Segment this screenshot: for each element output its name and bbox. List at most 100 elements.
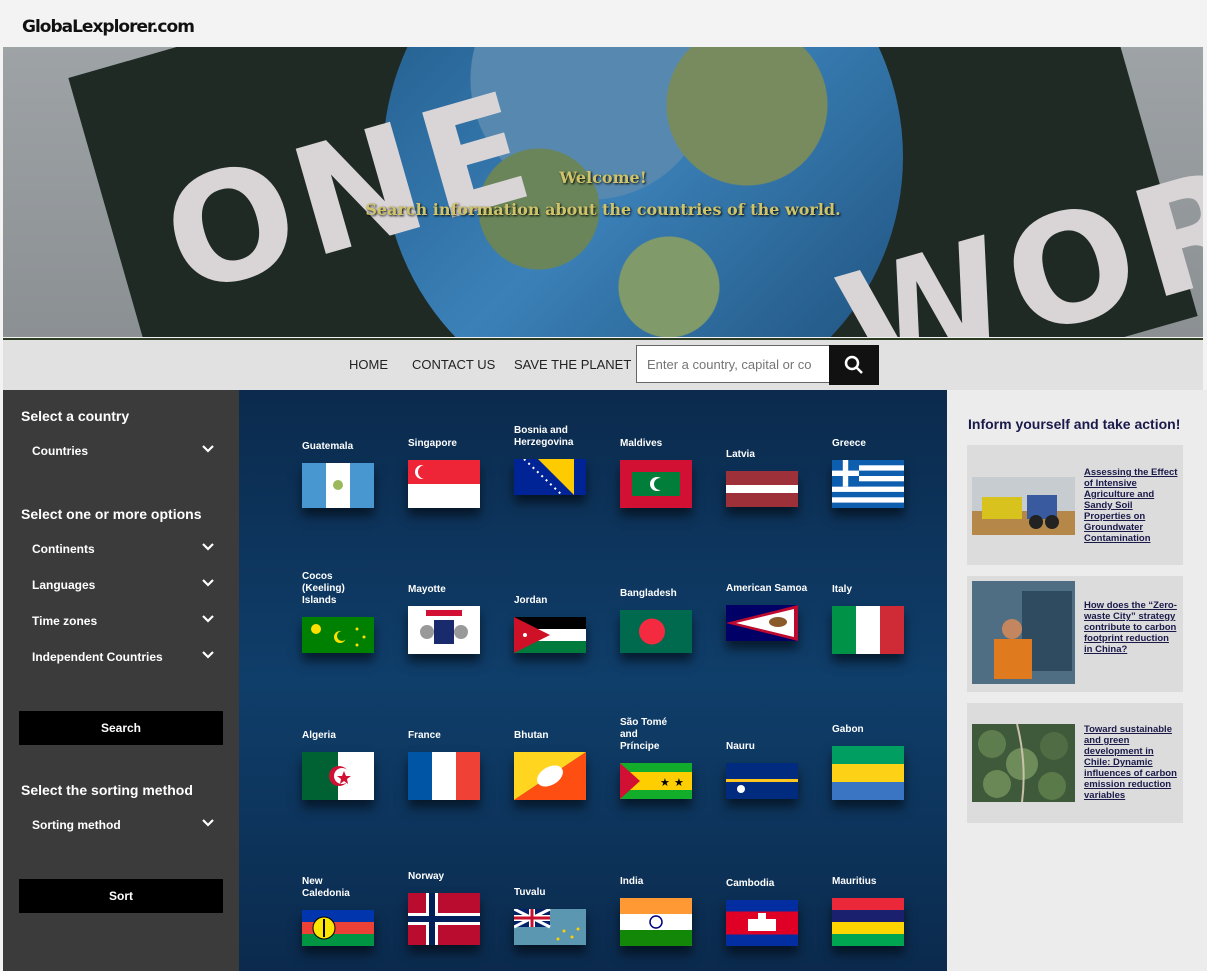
article-card[interactable]: Toward sustainable and green development… — [967, 703, 1183, 823]
country-card-italy[interactable]: Italy — [832, 584, 932, 654]
article-link[interactable]: Toward sustainable and green development… — [1084, 724, 1178, 801]
country-card-norway[interactable]: Norway — [408, 871, 508, 945]
country-card-mauritius[interactable]: Mauritius — [832, 876, 932, 946]
country-name: Greece — [832, 438, 866, 449]
svg-text:★: ★ — [660, 776, 670, 789]
country-card-bosnia-and-herzegovina[interactable]: Bosnia and Herzegovina — [514, 425, 614, 495]
country-card-india[interactable]: India — [620, 876, 720, 946]
country-name: American Samoa — [726, 583, 808, 594]
country-card-latvia[interactable]: Latvia — [726, 449, 826, 507]
chevron-down-icon — [202, 543, 214, 551]
chevron-down-icon — [202, 579, 214, 587]
new-caledonia-flag-icon — [302, 910, 374, 946]
chevron-down-icon — [202, 615, 214, 623]
languages-select[interactable]: Languages — [32, 578, 219, 592]
country-card-cambodia[interactable]: Cambodia — [726, 878, 826, 946]
languages-select-label: Languages — [32, 578, 96, 592]
singapore-flag-icon — [408, 460, 480, 508]
news-aside: Inform yourself and take action! Assessi… — [947, 390, 1207, 971]
cocos-flag-icon — [302, 617, 374, 653]
nav-bar: HOME CONTACT US SAVE THE PLANET — [3, 338, 1203, 392]
country-card-mayotte[interactable]: Mayotte — [408, 584, 508, 654]
country-card-nauru[interactable]: Nauru — [726, 741, 826, 799]
country-card-new-caledonia[interactable]: New Caledonia — [302, 876, 402, 946]
nav-home[interactable]: HOME — [349, 357, 388, 372]
country-name: Gabon — [832, 724, 864, 735]
search-filters-button[interactable]: Search — [19, 711, 223, 745]
country-name: Bangladesh — [620, 588, 677, 599]
country-name: Guatemala — [302, 441, 354, 452]
country-name: India — [620, 876, 644, 887]
country-card-algeria[interactable]: Algeria — [302, 730, 402, 800]
article-link[interactable]: Assessing the Effect of Intensive Agricu… — [1084, 467, 1178, 544]
country-card-jordan[interactable]: Jordan — [514, 595, 614, 653]
bosnia-flag-icon — [514, 459, 586, 495]
search-icon — [844, 355, 863, 374]
country-name: Mayotte — [408, 584, 446, 595]
search-input[interactable] — [636, 345, 838, 383]
country-name: Tuvalu — [514, 887, 546, 898]
chevron-down-icon — [202, 445, 214, 453]
country-card-guatemala[interactable]: Guatemala — [302, 441, 402, 508]
country-card-maldives[interactable]: Maldives — [620, 438, 720, 508]
hero-banner: ONE WORLD Welcome! Search information ab… — [3, 47, 1203, 337]
country-name: New Caledonia — [302, 876, 350, 899]
country-name: Nauru — [726, 741, 755, 752]
sorting-method-select[interactable]: Sorting method — [32, 818, 219, 832]
continents-select[interactable]: Continents — [32, 542, 219, 556]
country-name: Maldives — [620, 438, 663, 449]
jordan-flag-icon — [514, 617, 586, 653]
nav-contact-us[interactable]: CONTACT US — [412, 357, 495, 372]
country-name: Norway — [408, 871, 445, 882]
country-name: France — [408, 730, 441, 741]
article-link[interactable]: How does the “Zero-waste City” strategy … — [1084, 600, 1178, 655]
country-card-singapore[interactable]: Singapore — [408, 438, 508, 508]
country-name: Algeria — [302, 730, 336, 741]
country-card-american-samoa[interactable]: American Samoa — [726, 583, 826, 641]
svg-text:★: ★ — [674, 776, 684, 789]
article-card[interactable]: Assessing the Effect of Intensive Agricu… — [967, 445, 1183, 565]
countries-select-label: Countries — [32, 444, 89, 458]
time-zones-select-label: Time zones — [32, 614, 98, 628]
country-card-greece[interactable]: Greece — [832, 438, 932, 508]
guatemala-flag-icon — [302, 463, 374, 508]
maldives-flag-icon — [620, 460, 692, 508]
hero-subtitle: Search information about the countries o… — [365, 200, 841, 219]
country-card-bhutan[interactable]: Bhutan — [514, 730, 614, 800]
country-card-gabon[interactable]: Gabon — [832, 724, 932, 800]
nav-save-the-planet[interactable]: SAVE THE PLANET — [514, 357, 631, 372]
cambodia-flag-icon — [726, 900, 798, 946]
tuvalu-flag-icon — [514, 909, 586, 945]
countries-grid: Guatemala Singapore Bosnia and Herzegovi… — [239, 390, 947, 971]
gabon-flag-icon — [832, 746, 904, 800]
sort-button[interactable]: Sort — [19, 879, 223, 913]
norway-flag-icon — [408, 893, 480, 945]
country-card-sao-tome[interactable]: São Tomé and Príncipe ★ ★ — [620, 717, 720, 799]
article-card[interactable]: How does the “Zero-waste City” strategy … — [967, 576, 1183, 692]
countries-select[interactable]: Countries — [32, 444, 219, 458]
hero-welcome: Welcome! — [559, 168, 647, 187]
country-name: Bosnia and Herzegovina — [514, 425, 574, 448]
time-zones-select[interactable]: Time zones — [32, 614, 219, 628]
country-card-france[interactable]: France — [408, 730, 508, 800]
country-name: Bhutan — [514, 730, 549, 741]
bhutan-flag-icon — [514, 752, 586, 800]
country-card-bangladesh[interactable]: Bangladesh — [620, 588, 720, 653]
country-name: Latvia — [726, 449, 755, 460]
site-logo[interactable]: GlobaLexplorer.com — [22, 17, 195, 37]
chevron-down-icon — [202, 651, 214, 659]
mayotte-flag-icon — [408, 606, 480, 654]
india-flag-icon — [620, 898, 692, 946]
independent-countries-select-label: Independent Countries — [32, 650, 163, 664]
sorting-method-select-label: Sorting method — [32, 818, 121, 832]
harvester-image — [972, 477, 1075, 535]
country-card-tuvalu[interactable]: Tuvalu — [514, 887, 614, 945]
country-name: Cocos (Keeling) Islands — [302, 571, 345, 606]
country-card-cocos-islands[interactable]: Cocos (Keeling) Islands — [302, 571, 402, 653]
france-flag-icon — [408, 752, 480, 800]
waste-worker-image — [972, 581, 1075, 684]
country-name: Cambodia — [726, 878, 775, 889]
independent-countries-select[interactable]: Independent Countries — [32, 650, 219, 664]
search-button[interactable] — [829, 345, 879, 385]
mauritius-flag-icon — [832, 898, 904, 946]
